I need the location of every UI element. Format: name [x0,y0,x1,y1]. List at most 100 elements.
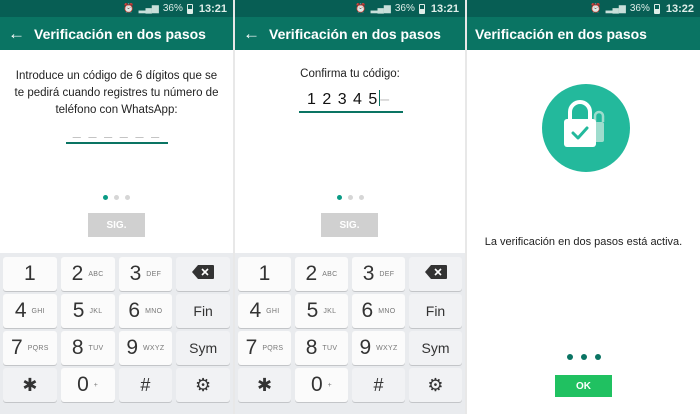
status-bar: ⏰ ▂▄▆ 36% 13:21 [235,0,465,17]
battery-percent: 36% [162,3,183,14]
clock: 13:21 [198,2,227,15]
battery-icon [186,3,193,14]
next-button[interactable]: SIG. [88,213,145,237]
screen-enter-code: ⏰ ▂▄▆ 36% 13:21 ← Verificación en dos pa… [0,0,233,414]
app-bar: ← Verificación en dos pasos [235,17,465,50]
loading-dot [580,354,587,360]
code-input-underline [299,111,403,113]
key-label: 3 [129,262,142,285]
key-sublabel: + [327,381,333,389]
key-1[interactable]: 1 [238,257,291,291]
key-label: 9 [126,336,138,359]
key-1[interactable]: 1 [3,257,57,291]
back-arrow-icon[interactable]: ← [8,25,32,42]
status-bar: ⏰ ▂▄▆ 36% 13:21 [0,0,233,17]
alarm-icon: ⏰ [355,3,367,13]
backspace-icon [424,264,447,284]
key-6[interactable]: 6 MNO [118,294,173,328]
page-dot [347,195,353,200]
key-label: ✱ [256,374,273,395]
verification-message: La verificación en dos pasos está activa… [484,236,683,248]
ok-button[interactable]: OK [555,375,612,397]
key-sym[interactable]: Sym [176,331,230,365]
code-input[interactable]: _ _ _ _ _ _ [66,122,168,138]
key-4[interactable]: 4 GHI [238,294,291,328]
loading-dot [594,354,601,360]
key-label: Sym [189,340,218,356]
clock: 13:21 [430,2,459,15]
page-indicator [0,195,233,200]
key-label: # [140,374,151,395]
key-5[interactable]: 5 JKL [60,294,115,328]
key-label: Fin [193,303,213,319]
key-label: 5 [72,299,85,322]
page-indicator [235,195,465,200]
alarm-icon: ⏰ [590,3,602,13]
code-entered: 1 2 3 4 5 [307,91,379,108]
key-fin[interactable]: Fin [176,294,230,328]
key-label: 0 [77,373,89,396]
loading-dot [566,354,573,360]
screen-verification-active: ⏰ ▂▄▆ 36% 13:22 Verificación en dos paso… [467,0,700,414]
numeric-keyboard: 1 2 ABC 3 DEF 4 GHI 5 JKL 6 MNO Fin 7 PQRS 8 TUV 9 WXYZ Sy… [0,253,233,414]
key-label: 6 [361,299,374,322]
instruction-text: Introduce un código de 6 dígitos que se … [14,70,219,116]
key-5[interactable]: 5 JKL [295,294,348,328]
key-7[interactable]: 7 PQRS [3,331,57,365]
key-hash[interactable]: # [118,368,173,402]
key-8[interactable]: 8 TUV [60,331,115,365]
key-3[interactable]: 3 DEF [118,257,173,291]
key-label: # [373,374,384,395]
key-sym[interactable]: Sym [409,331,462,365]
page-dot-active [103,195,108,200]
key-sublabel: MNO [378,307,396,315]
next-button[interactable]: SIG. [321,213,378,237]
code-input-underline [66,142,168,144]
signal-icon: ▂▄▆ [138,3,159,13]
key-sublabel: + [93,381,99,389]
key-9[interactable]: 9 WXYZ [118,331,173,365]
key-hash[interactable]: # [352,368,405,402]
page-title: Verificación en dos pasos [269,25,441,42]
battery-icon [653,3,660,14]
key-asterisk[interactable]: ✱ [238,368,291,402]
key-backspace[interactable] [176,257,230,291]
key-label: 4 [249,299,262,322]
key-7[interactable]: 7 PQRS [238,331,291,365]
key-label: 0 [310,373,323,396]
key-4[interactable]: 4 GHI [3,294,57,328]
key-settings[interactable]: ⚙ [409,368,462,402]
key-sublabel: TUV [322,344,338,352]
page-dot-active [336,195,342,200]
key-sublabel: PQRS [262,344,284,352]
key-label: 1 [258,262,271,285]
key-2[interactable]: 2 ABC [295,257,348,291]
key-8[interactable]: 8 TUV [295,331,348,365]
key-label: 2 [71,262,84,285]
key-9[interactable]: 9 WXYZ [352,331,405,365]
key-6[interactable]: 6 MNO [352,294,405,328]
key-2[interactable]: 2 ABC [60,257,115,291]
page-title: Verificación en dos pasos [34,25,206,42]
clock: 13:22 [665,2,694,15]
back-arrow-icon[interactable]: ← [243,25,267,42]
numeric-keyboard: 1 2 ABC 3 DEF 4 GHI 5 JKL 6 MNO Fin 7 PQRS 8 TUV 9 WXYZ Sy… [235,253,465,414]
key-sublabel: JKL [89,307,103,315]
key-fin[interactable]: Fin [409,294,462,328]
key-asterisk[interactable]: ✱ [3,368,57,402]
battery-icon [418,3,425,14]
key-0[interactable]: 0 + [60,368,115,402]
key-label: ✱ [22,374,38,395]
key-3[interactable]: 3 DEF [352,257,405,291]
key-label: 4 [14,299,27,322]
gear-icon: ⚙ [195,374,212,395]
battery-percent: 36% [394,3,415,14]
key-settings[interactable]: ⚙ [176,368,230,402]
confirm-label: Confirma tu código: [300,68,400,80]
page-dot [125,195,130,200]
code-input[interactable]: 1 2 3 4 5– [307,90,390,109]
key-0[interactable]: 0 + [295,368,348,402]
key-backspace[interactable] [409,257,462,291]
key-sublabel: WXYZ [376,344,398,352]
key-label: 8 [71,336,84,359]
